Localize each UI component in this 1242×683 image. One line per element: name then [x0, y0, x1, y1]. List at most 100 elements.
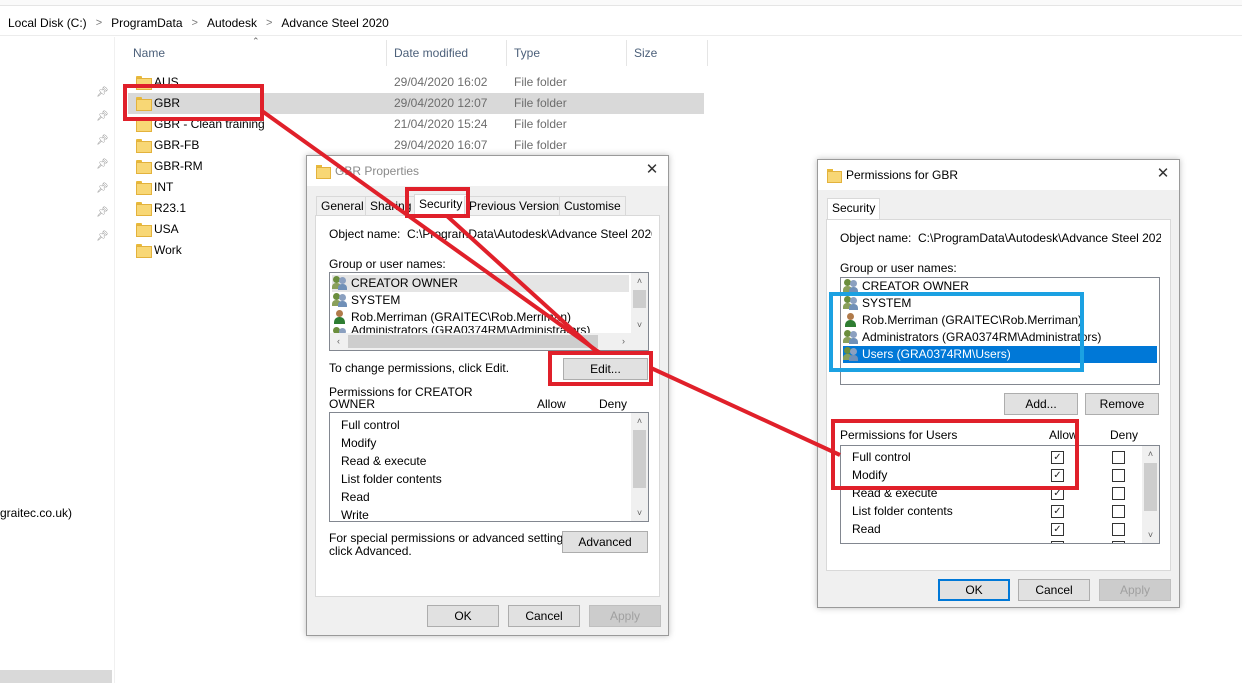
- allow-checkbox[interactable]: ✓: [1051, 469, 1064, 482]
- group-name: SYSTEM: [351, 293, 401, 307]
- column-header-name[interactable]: Name: [128, 40, 386, 66]
- column-header-type[interactable]: Type: [509, 40, 626, 66]
- advanced-button[interactable]: Advanced: [562, 531, 648, 553]
- scroll-down-icon[interactable]: ˅: [631, 317, 648, 333]
- file-name: Work: [154, 243, 182, 257]
- column-divider[interactable]: [626, 40, 627, 66]
- edit-button[interactable]: Edit...: [563, 358, 648, 380]
- close-icon[interactable]: ✕: [642, 160, 662, 180]
- file-row[interactable]: GBR - Clean training 21/04/2020 15:24 Fi…: [128, 114, 704, 135]
- close-icon[interactable]: ✕: [1153, 164, 1173, 184]
- permissions-for-label: OWNER: [329, 397, 375, 411]
- group-icon: [332, 293, 348, 307]
- ok-button[interactable]: OK: [938, 579, 1010, 601]
- file-row[interactable]: GBR-FB 29/04/2020 16:07 File folder: [128, 135, 704, 156]
- vertical-scrollbar[interactable]: ˄ ˅: [631, 273, 648, 333]
- tab-sharing[interactable]: Sharing: [365, 196, 417, 216]
- file-row[interactable]: GBR 29/04/2020 12:07 File folder: [128, 93, 704, 114]
- list-item[interactable]: Administrators (GRA0374RM\Administrators…: [843, 329, 1157, 346]
- permission-row: List folder contents: [341, 472, 442, 486]
- deny-checkbox[interactable]: [1112, 487, 1125, 500]
- scroll-down-icon[interactable]: ˅: [631, 505, 648, 521]
- pin-icon[interactable]: 📌︎: [96, 231, 109, 243]
- list-item[interactable]: SYSTEM: [332, 292, 629, 309]
- tab-security[interactable]: Security: [827, 198, 881, 220]
- allow-checkbox[interactable]: ✓: [1051, 487, 1064, 500]
- file-row[interactable]: AUS 29/04/2020 16:02 File folder: [128, 72, 704, 93]
- group-listbox[interactable]: CREATOR OWNER SYSTEM Rob.Merriman (GRAIT…: [840, 277, 1160, 385]
- deny-checkbox[interactable]: [1112, 523, 1125, 536]
- nav-selected-item[interactable]: [0, 670, 112, 683]
- deny-checkbox[interactable]: [1112, 505, 1125, 518]
- allow-checkbox[interactable]: [1051, 541, 1064, 543]
- column-header-date[interactable]: Date modified: [389, 40, 506, 66]
- deny-checkbox[interactable]: [1112, 451, 1125, 464]
- vertical-scrollbar[interactable]: ˄ ˅: [1142, 446, 1159, 543]
- group-name: Rob.Merriman (GRAITEC\Rob.Merriman): [351, 310, 572, 324]
- deny-checkbox[interactable]: [1112, 541, 1125, 543]
- permissions-list[interactable]: Full control ✓ Modify ✓ Read & execute ✓…: [840, 445, 1160, 544]
- permission-label: Read: [852, 522, 881, 536]
- list-item[interactable]: Users (GRA0374RM\Users): [843, 346, 1157, 363]
- chevron-right-icon[interactable]: >: [185, 17, 205, 29]
- scroll-thumb[interactable]: [633, 430, 646, 488]
- permissions-titlebar[interactable]: Permissions for GBR ✕: [818, 160, 1179, 190]
- apply-button[interactable]: Apply: [589, 605, 661, 627]
- scroll-up-icon[interactable]: ˄: [1142, 446, 1159, 462]
- properties-titlebar[interactable]: GBR Properties ✕: [307, 156, 668, 186]
- permission-row: Full control: [852, 448, 911, 466]
- chevron-right-icon[interactable]: >: [89, 17, 109, 29]
- scroll-up-icon[interactable]: ˄: [631, 413, 648, 429]
- list-item[interactable]: CREATOR OWNER: [332, 275, 629, 292]
- scroll-up-icon[interactable]: ˄: [631, 273, 648, 289]
- list-item[interactable]: Rob.Merriman (GRAITEC\Rob.Merriman): [843, 312, 1157, 329]
- pin-icon[interactable]: 📌︎: [96, 159, 109, 171]
- list-item[interactable]: CREATOR OWNER: [843, 278, 1157, 295]
- column-divider[interactable]: [707, 40, 708, 66]
- pin-icon[interactable]: 📌︎: [96, 207, 109, 219]
- add-button[interactable]: Add...: [1004, 393, 1078, 415]
- deny-checkbox[interactable]: [1112, 469, 1125, 482]
- scroll-thumb[interactable]: [1144, 463, 1157, 511]
- allow-checkbox[interactable]: ✓: [1051, 451, 1064, 464]
- cancel-button[interactable]: Cancel: [508, 605, 580, 627]
- scroll-down-icon[interactable]: ˅: [1142, 527, 1159, 543]
- breadcrumb-autodesk[interactable]: Autodesk: [205, 16, 259, 30]
- breadcrumb-local-disk[interactable]: Local Disk (C:): [6, 16, 89, 30]
- window-top-strip: [0, 0, 1242, 6]
- apply-button[interactable]: Apply: [1099, 579, 1171, 601]
- pin-icon[interactable]: 📌︎: [96, 87, 109, 99]
- ok-button[interactable]: OK: [427, 605, 499, 627]
- scroll-thumb[interactable]: [348, 335, 598, 348]
- folder-icon: [136, 160, 152, 174]
- pin-icon[interactable]: 📌︎: [96, 111, 109, 123]
- column-header-size[interactable]: Size: [629, 40, 707, 66]
- tab-security[interactable]: Security: [414, 194, 468, 216]
- column-divider[interactable]: [506, 40, 507, 66]
- list-item[interactable]: Rob.Merriman (GRAITEC\Rob.Merriman): [332, 309, 629, 326]
- permissions-list[interactable]: Full control Modify Read & execute List …: [329, 412, 649, 522]
- column-divider[interactable]: [386, 40, 387, 66]
- tab-customise[interactable]: Customise: [559, 196, 626, 216]
- nav-item-label[interactable]: graitec.co.uk): [0, 506, 72, 520]
- breadcrumb-advance-steel[interactable]: Advance Steel 2020: [279, 16, 390, 30]
- scroll-thumb[interactable]: [633, 290, 646, 308]
- pin-icon[interactable]: 📌︎: [96, 183, 109, 195]
- allow-checkbox[interactable]: ✓: [1051, 505, 1064, 518]
- group-listbox[interactable]: CREATOR OWNER SYSTEM Rob.Merriman (GRAIT…: [329, 272, 649, 351]
- scroll-left-icon[interactable]: ‹: [330, 333, 347, 350]
- remove-button[interactable]: Remove: [1085, 393, 1159, 415]
- tab-general[interactable]: General: [316, 196, 369, 216]
- chevron-right-icon[interactable]: >: [259, 17, 279, 29]
- scroll-right-icon[interactable]: ›: [615, 333, 632, 350]
- pin-icon[interactable]: 📌︎: [96, 135, 109, 147]
- vertical-scrollbar[interactable]: ˄ ˅: [631, 413, 648, 521]
- cancel-button[interactable]: Cancel: [1018, 579, 1090, 601]
- breadcrumb-programdata[interactable]: ProgramData: [109, 16, 184, 30]
- allow-checkbox[interactable]: ✓: [1051, 523, 1064, 536]
- horizontal-scrollbar[interactable]: ‹ ›: [330, 333, 648, 350]
- list-item[interactable]: SYSTEM: [843, 295, 1157, 312]
- file-name: GBR-FB: [154, 138, 200, 152]
- change-permissions-text: To change permissions, click Edit.: [329, 361, 510, 375]
- tab-previous-versions[interactable]: Previous Versions: [464, 196, 571, 216]
